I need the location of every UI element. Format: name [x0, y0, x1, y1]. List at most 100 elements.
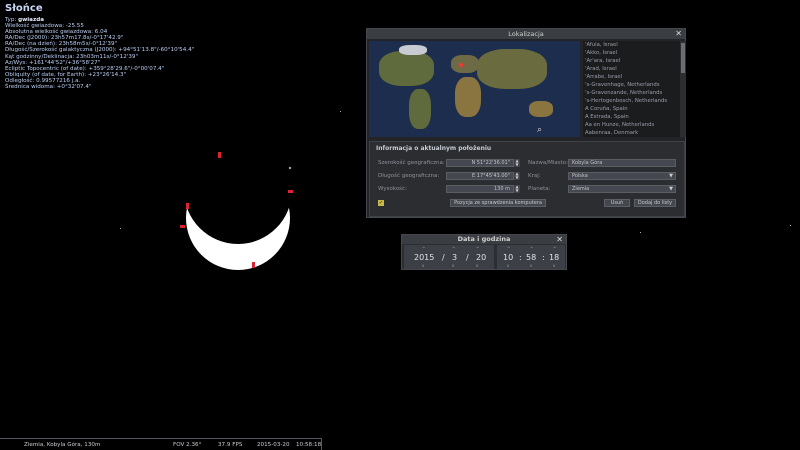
latitude-label: Szerokość geograficzna: [378, 160, 445, 166]
day-field[interactable]: 20 [476, 253, 486, 262]
country-value: Polska [572, 173, 588, 179]
minute-field[interactable]: 58 [526, 253, 536, 262]
status-fps: 37.9 FPS [218, 442, 243, 448]
sky-view[interactable] [150, 120, 320, 280]
day-down-icon[interactable]: v [476, 263, 478, 268]
add-to-list-button[interactable]: Dodaj do listy [634, 199, 676, 207]
close-icon[interactable]: ✕ [675, 29, 682, 39]
location-window-titlebar[interactable]: Lokalizacja ✕ [367, 29, 685, 39]
city-name-field[interactable]: Kobyla Góra [568, 159, 676, 167]
hour-down-icon[interactable]: v [507, 263, 509, 268]
list-item[interactable]: 'Ar'ara, Israel [583, 57, 680, 65]
star [640, 232, 641, 233]
country-select[interactable]: Polska ▼ [568, 172, 676, 180]
list-item[interactable]: 'Akko, Israel [583, 49, 680, 57]
list-item[interactable]: A Estrada, Spain [583, 113, 680, 121]
minute-up-icon[interactable]: ^ [530, 246, 533, 251]
world-map[interactable]: ⌕ [369, 41, 580, 137]
map-land [529, 101, 553, 117]
altitude-field[interactable]: 130 m [446, 185, 514, 193]
year-down-icon[interactable]: v [422, 263, 424, 268]
date-time-title: Data i godzina [457, 235, 511, 243]
day-up-icon[interactable]: ^ [476, 246, 479, 251]
date-time-window: Data i godzina ✕ ^ ^ ^ 2015 / 3 / 20 v v… [401, 234, 567, 270]
planet-value: Ziemia [572, 186, 590, 192]
month-field[interactable]: 3 [452, 253, 457, 262]
location-window: Lokalizacja ✕ ⌕ 'Afula, Israel 'Akko, Is… [366, 28, 686, 218]
star [120, 228, 121, 229]
month-up-icon[interactable]: ^ [452, 246, 455, 251]
time-box: ^ ^ ^ 10 : 58 : 18 v v v [497, 245, 565, 269]
map-land [379, 51, 434, 86]
list-item[interactable]: A Coruña, Spain [583, 105, 680, 113]
altitude-stepper[interactable]: ▲ ▼ [514, 185, 520, 193]
list-item[interactable]: 'Arrabe, Israel [583, 73, 680, 81]
status-bar: Ziemia, Kobyla Góra, 130m FOV 2.36° 37.9… [0, 438, 322, 450]
date-box: ^ ^ ^ 2015 / 3 / 20 v v v [404, 245, 494, 269]
longitude-label: Długość geograficzna: [378, 173, 440, 179]
status-date: 2015-03-20 [257, 442, 290, 448]
list-item[interactable]: 's-Hertogenbosch, Netherlands [583, 97, 680, 105]
status-location: Ziemia, Kobyla Góra, 130m [24, 442, 101, 448]
planet-label: Planeta: [528, 186, 551, 192]
map-land [477, 49, 547, 89]
map-land [451, 55, 479, 73]
list-item[interactable]: Aabenraa, Denmark [583, 129, 680, 137]
city-list[interactable]: 'Afula, Israel 'Akko, Israel 'Ar'ara, Is… [583, 41, 680, 137]
scrollbar-thumb[interactable] [681, 43, 685, 73]
minute-down-icon[interactable]: v [530, 263, 532, 268]
star-marker [288, 166, 292, 170]
month-down-icon[interactable]: v [452, 263, 454, 268]
current-location-panel: Informacja o aktualnym położeniu Szeroko… [369, 141, 685, 217]
list-item[interactable]: Aa en Hunze, Netherlands [583, 121, 680, 129]
list-item[interactable]: 's-Gravenzande, Netherlands [583, 89, 680, 97]
longitude-stepper[interactable]: ▲ ▼ [514, 172, 520, 180]
status-fov: FOV 2.36° [173, 442, 202, 448]
city-list-scrollbar[interactable] [680, 41, 686, 137]
star [790, 225, 791, 226]
location-pin-icon [459, 63, 463, 67]
object-title: Słońce [5, 3, 43, 14]
delete-button[interactable]: Usuń [604, 199, 630, 207]
city-name-label: Nazwa/Miasto: [528, 160, 568, 166]
list-item[interactable]: 'Arad, Israel [583, 65, 680, 73]
time-separator: : [542, 253, 545, 262]
year-field[interactable]: 2015 [414, 253, 434, 262]
second-down-icon[interactable]: v [553, 263, 555, 268]
planet-select[interactable]: Ziemia ▼ [568, 185, 676, 193]
date-separator: / [466, 253, 469, 262]
list-item[interactable]: 'Afula, Israel [583, 41, 680, 49]
prominence-marker [288, 190, 293, 193]
time-separator: : [519, 253, 522, 262]
hour-field[interactable]: 10 [503, 253, 513, 262]
zoom-icon[interactable]: ⌕ [537, 125, 542, 135]
date-time-titlebar[interactable]: Data i godzina ✕ [402, 235, 566, 244]
close-icon[interactable]: ✕ [556, 235, 563, 244]
list-item[interactable]: 's-Gravenhage, Netherlands [583, 81, 680, 89]
star [340, 111, 341, 112]
location-window-title: Lokalizacja [508, 30, 544, 38]
altitude-label: Wysokość: [378, 186, 407, 192]
current-location-header: Informacja o aktualnym położeniu [376, 145, 492, 152]
latitude-field[interactable]: N 51°22'36.01" [446, 159, 514, 167]
year-up-icon[interactable]: ^ [422, 246, 425, 251]
status-time: 10:58:18 [296, 442, 322, 448]
longitude-field[interactable]: E 17°45'43.00" [446, 172, 514, 180]
latitude-stepper[interactable]: ▲ ▼ [514, 159, 520, 167]
map-land [399, 45, 427, 55]
date-separator: / [442, 253, 445, 262]
chevron-down-icon: ▼ [669, 186, 673, 192]
info-line-diameter: Średnica widoma: +0°32'07.4" [5, 84, 92, 91]
moon-disc[interactable] [184, 136, 292, 244]
map-land [455, 77, 481, 117]
country-label: Kraj: [528, 173, 541, 179]
second-field[interactable]: 18 [549, 253, 559, 262]
hour-up-icon[interactable]: ^ [507, 246, 510, 251]
prominence-marker [218, 152, 221, 158]
default-location-checkbox[interactable]: ✓ [378, 200, 384, 206]
prominence-marker [252, 262, 255, 268]
object-info-panel: Słońce Typ: gwiazda Wielkość gwiazdowa: … [5, 3, 305, 90]
second-up-icon[interactable]: ^ [553, 246, 556, 251]
locate-from-computer-button[interactable]: Pozycja ze sprawdzenia komputera [450, 199, 546, 207]
prominence-marker [186, 203, 189, 209]
